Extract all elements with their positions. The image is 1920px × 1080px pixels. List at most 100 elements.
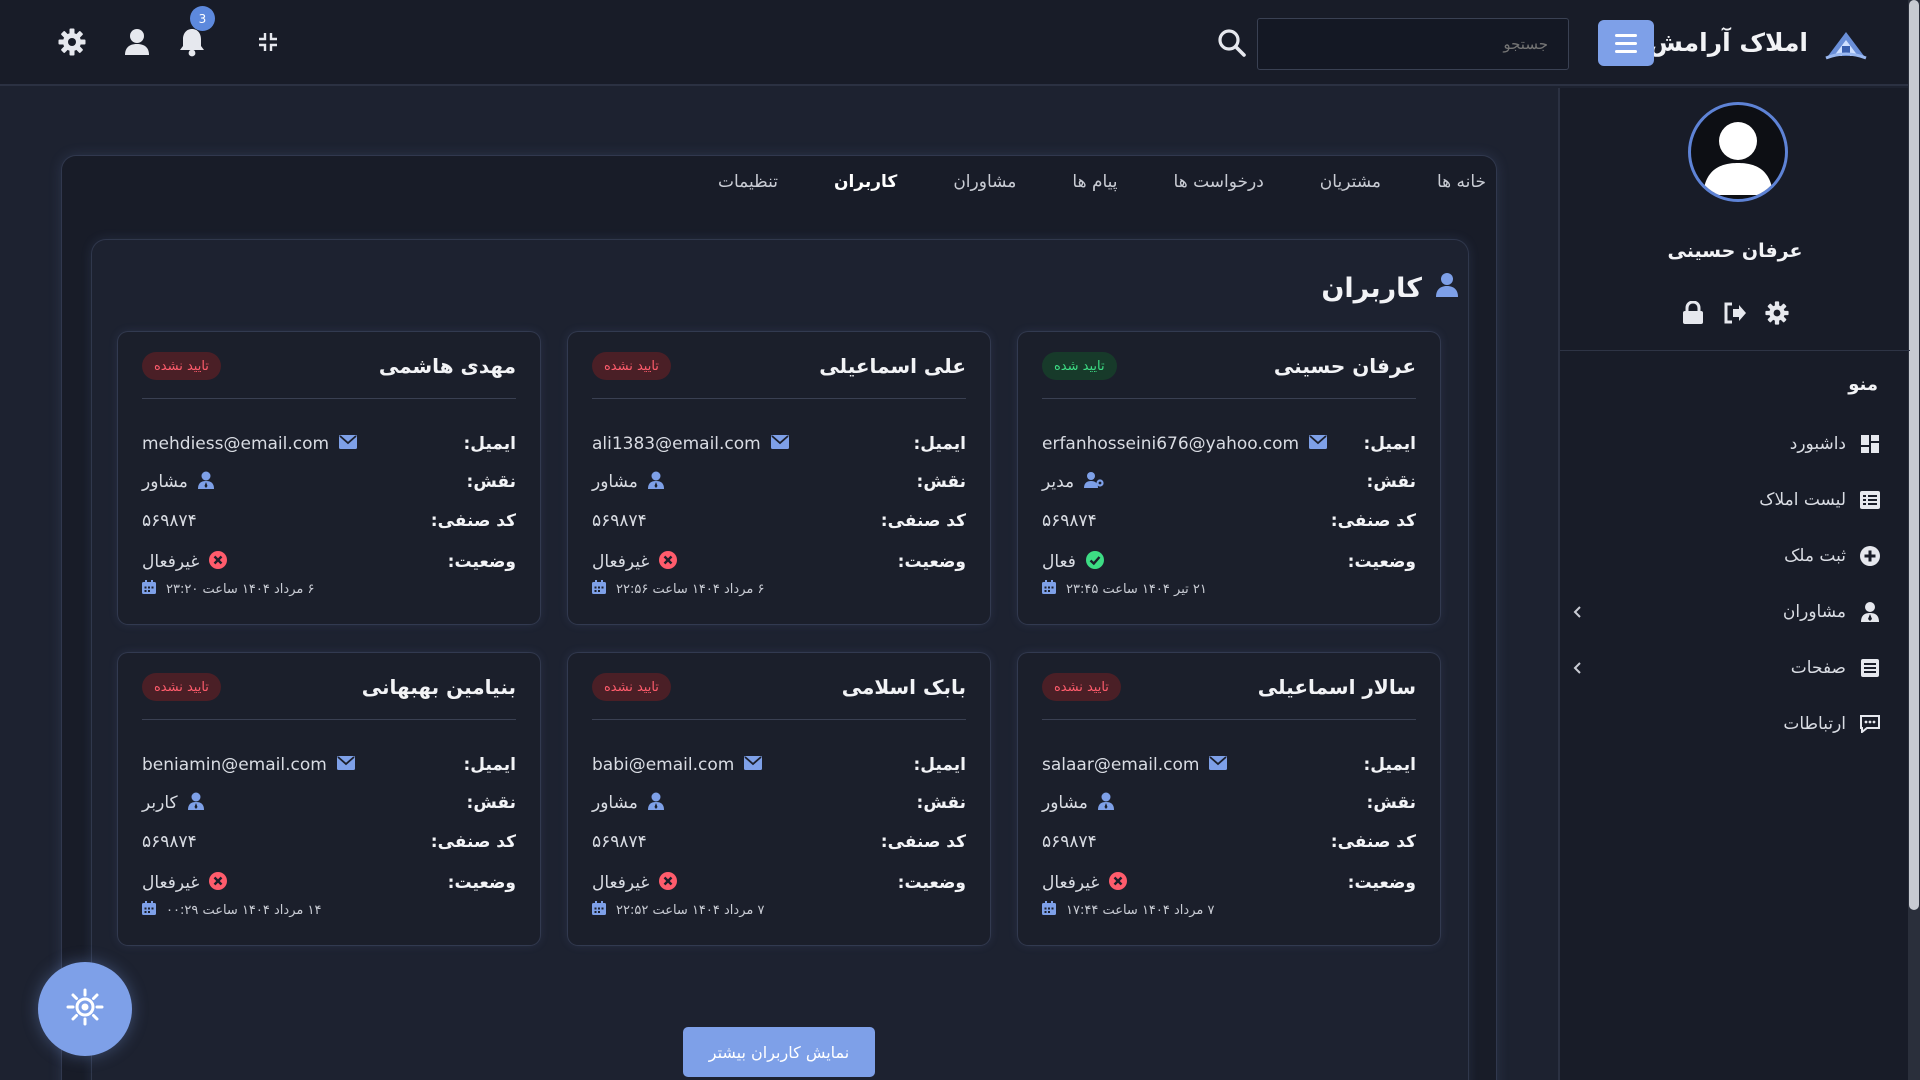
user-name: عرفان حسینی: [1273, 354, 1416, 378]
email-text[interactable]: erfanhosseini676@yahoo.com: [1042, 434, 1299, 454]
role-label: نقش:: [916, 472, 966, 492]
code-value: ۵۶۹۸۷۴: [592, 832, 647, 852]
role-label: نقش:: [1366, 472, 1416, 492]
status-text: غیرفعال: [592, 552, 650, 572]
verification-badge: تایید نشده: [592, 673, 671, 701]
show-more-users-button[interactable]: نمایش کاربران بیشتر: [683, 1027, 875, 1077]
status-value: غیرفعال: [592, 550, 678, 574]
advisors-icon: [1860, 602, 1880, 622]
user-name: مهدی هاشمی: [378, 354, 516, 378]
email-label: ایمیل:: [913, 755, 966, 775]
settings-icon[interactable]: [1764, 300, 1790, 326]
sidebar-item-label: داشبورد: [1789, 434, 1846, 454]
sidebar-item-add-property[interactable]: ثبت ملک: [1570, 536, 1880, 576]
code-row: کد صنفی: ۵۶۹۸۷۴: [1042, 830, 1416, 854]
code-label: کد صنفی:: [880, 511, 966, 531]
tab-requests[interactable]: درخواست ها: [1146, 170, 1292, 194]
profile-actions: [1680, 300, 1790, 326]
lock-icon[interactable]: [1680, 300, 1706, 326]
code-value: ۵۶۹۸۷۴: [142, 511, 197, 531]
created-date: ۱۴ مرداد ۱۴۰۴ ساعت ۰۰:۲۹: [142, 901, 321, 919]
brand[interactable]: املاک آرامش: [1648, 20, 1868, 64]
role-value: مشاور: [592, 792, 664, 815]
email-label: ایمیل:: [913, 434, 966, 454]
user-icon[interactable]: [119, 24, 155, 60]
search-input[interactable]: [1257, 18, 1569, 70]
tab-users[interactable]: کاربران: [806, 170, 925, 194]
logout-icon[interactable]: [1722, 300, 1748, 326]
section-title: کاربران: [1321, 273, 1458, 304]
code-label: کد صنفی:: [880, 832, 966, 852]
status-label: وضعیت:: [447, 552, 516, 572]
avatar[interactable]: [1688, 102, 1788, 202]
menu-toggle-button[interactable]: [1598, 20, 1654, 66]
email-text[interactable]: salaar@email.com: [1042, 755, 1199, 775]
sidebar-item-property-list[interactable]: لیست املاک: [1570, 480, 1880, 520]
sidebar-item-dashboard[interactable]: داشبورد: [1570, 424, 1880, 464]
date-text: ۷ مرداد ۱۴۰۴ ساعت ۱۷:۴۴: [1066, 902, 1215, 918]
menu-title: منو: [1848, 374, 1878, 395]
search-icon[interactable]: [1216, 27, 1248, 59]
x-circle-icon: [209, 871, 228, 895]
email-text[interactable]: ali1383@email.com: [592, 434, 761, 454]
status-value: غیرفعال: [1042, 871, 1128, 895]
email-row: ایمیل: beniamin@email.com: [142, 753, 516, 777]
plus-circle-icon: [1860, 546, 1880, 566]
user-card[interactable]: بابک اسلامی تایید نشده ایمیل: babi@email.co…: [568, 653, 990, 945]
email-text[interactable]: beniamin@email.com: [142, 755, 327, 775]
code-value: ۵۶۹۸۷۴: [142, 832, 197, 852]
status-row: وضعیت: غیرفعال: [1042, 871, 1416, 895]
status-row: وضعیت: فعال: [1042, 550, 1416, 574]
theme-toggle-button[interactable]: [38, 962, 132, 1056]
sidebar-item-label: مشاوران: [1782, 602, 1846, 622]
tab-houses[interactable]: خانه ها: [1409, 170, 1514, 194]
user-card[interactable]: علی اسماعیلی تایید نشده ایمیل: ali1383@emai…: [568, 332, 990, 624]
email-text[interactable]: babi@email.com: [592, 755, 734, 775]
chevron-left-icon[interactable]: [1570, 604, 1586, 620]
user-card[interactable]: مهدی هاشمی تایید نشده ایمیل: mehdiess@email…: [118, 332, 540, 624]
fullscreen-exit-icon[interactable]: [250, 24, 286, 60]
tab-settings[interactable]: تنظیمات: [690, 170, 806, 194]
profile-name: عرفان حسینی: [1667, 240, 1803, 262]
scrollbar-thumb[interactable]: [1909, 0, 1919, 910]
role-row: نقش: مشاور: [1042, 791, 1416, 815]
sidebar: عرفان حسینی منو داشبورد لیست املاک ثبت م…: [1558, 88, 1910, 1080]
sidebar-item-pages[interactable]: صفحات: [1570, 648, 1880, 688]
role-text: مدیر: [1042, 472, 1075, 492]
tab-bar: خانه ها مشتریان درخواست ها پیام ها مشاور…: [690, 170, 1514, 194]
tab-messages[interactable]: پیام ها: [1044, 170, 1145, 194]
date-text: ۷ مرداد ۱۴۰۴ ساعت ۲۲:۵۲: [616, 902, 765, 918]
email-text[interactable]: mehdiess@email.com: [142, 434, 329, 454]
role-value: کاربر: [142, 792, 204, 815]
tab-customers[interactable]: مشتریان: [1292, 170, 1409, 194]
sun-icon: [66, 988, 104, 1030]
sidebar-item-communications[interactable]: ارتباطات: [1570, 704, 1880, 744]
role-text: مشاور: [592, 472, 638, 492]
user-card[interactable]: سالار اسماعیلی تایید نشده ایمیل: salaar@ema…: [1018, 653, 1440, 945]
notification-badge: 3: [190, 6, 215, 31]
role-row: نقش: مشاور: [142, 470, 516, 494]
code-label: کد صنفی:: [1330, 832, 1416, 852]
user-card[interactable]: عرفان حسینی تایید شده ایمیل: erfanhosseini6…: [1018, 332, 1440, 624]
tab-advisors[interactable]: مشاوران: [925, 170, 1044, 194]
chevron-left-icon[interactable]: [1570, 660, 1586, 676]
status-row: وضعیت: غیرفعال: [142, 871, 516, 895]
status-value: غیرفعال: [142, 550, 228, 574]
card-divider: [592, 398, 966, 399]
role-value: مشاور: [1042, 792, 1114, 815]
role-value: مدیر: [1042, 471, 1104, 493]
user-card[interactable]: بنیامین بهبهانی تایید نشده ایمیل: beniamin@…: [118, 653, 540, 945]
pages-icon: [1860, 658, 1880, 678]
chat-icon: [1860, 714, 1880, 734]
calendar-icon: [592, 580, 606, 598]
sidebar-divider: [1560, 350, 1910, 351]
sidebar-item-advisors[interactable]: مشاوران: [1570, 592, 1880, 632]
status-value: فعال: [1042, 550, 1104, 574]
email-value: ali1383@email.com: [592, 434, 789, 454]
email-label: ایمیل:: [1363, 755, 1416, 775]
gear-icon[interactable]: [54, 24, 90, 60]
calendar-icon: [142, 901, 156, 919]
user-name: علی اسماعیلی: [819, 354, 966, 378]
logo-icon: [1824, 20, 1868, 64]
role-label: نقش:: [1366, 793, 1416, 813]
